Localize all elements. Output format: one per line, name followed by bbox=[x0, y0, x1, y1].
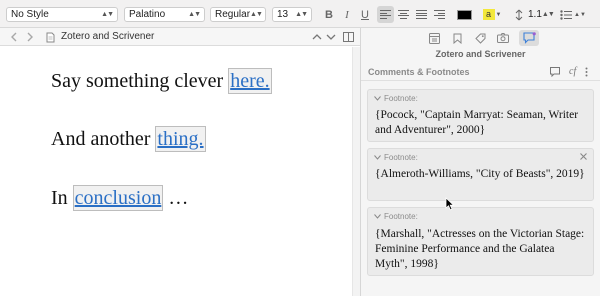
chevron-updown-icon: ▲▼ bbox=[250, 11, 263, 18]
inspector-title: Zotero and Scrivener bbox=[435, 49, 526, 59]
paragraph-text: … bbox=[163, 187, 189, 209]
format-bar: No Style ▲▼ Palatino ▲▼ Regular ▲▼ 13 ▲▼… bbox=[0, 0, 600, 28]
chevron-updown-icon: ▲▼ bbox=[101, 11, 114, 18]
inspector-pane: Zotero and Scrivener Comments & Footnote… bbox=[361, 28, 600, 296]
line-spacing-value: 1.1 bbox=[528, 9, 542, 20]
paragraph-text: Say something clever bbox=[51, 70, 229, 92]
add-comment-button[interactable] bbox=[550, 67, 560, 79]
camera-icon bbox=[497, 33, 509, 43]
footnote-anchor[interactable]: conclusion bbox=[72, 185, 164, 211]
document-title: Zotero and Scrivener bbox=[61, 31, 155, 42]
text-color-button[interactable] bbox=[455, 6, 474, 23]
font-weight-value: Regular bbox=[215, 9, 251, 20]
align-justify-icon bbox=[416, 10, 427, 19]
footnote-card[interactable]: Footnote: {Marshall, "Actresses on the V… bbox=[367, 207, 594, 276]
list-style-button[interactable]: ▲▼ bbox=[560, 6, 586, 23]
footnote-text[interactable]: {Marshall, "Actresses on the Victorian S… bbox=[375, 227, 585, 272]
chevron-up-icon bbox=[312, 34, 322, 40]
chevron-left-icon bbox=[11, 32, 17, 42]
highlight-color-button[interactable]: a ▼ bbox=[482, 6, 502, 23]
font-size-select[interactable]: 13 ▲▼ bbox=[272, 7, 312, 22]
previous-document-button[interactable] bbox=[312, 30, 322, 44]
footnote-anchor[interactable]: here. bbox=[228, 68, 272, 94]
paragraph-style-value: No Style bbox=[11, 9, 49, 20]
underline-button[interactable]: U bbox=[358, 6, 372, 23]
chevron-down-icon[interactable] bbox=[374, 96, 381, 101]
chevron-updown-icon: ▲▼ bbox=[295, 11, 308, 18]
split-editor-button[interactable] bbox=[343, 30, 354, 44]
tab-bookmarks[interactable] bbox=[448, 30, 466, 46]
section-title: Comments & Footnotes bbox=[368, 67, 470, 77]
footnote-card[interactable]: Footnote: {Almeroth-Williams, "City of B… bbox=[367, 148, 594, 201]
line-spacing-icon bbox=[512, 6, 526, 23]
paragraph-text: In bbox=[51, 187, 73, 209]
back-button[interactable] bbox=[10, 30, 18, 44]
tab-notes[interactable] bbox=[425, 30, 443, 46]
mouse-pointer-icon bbox=[445, 197, 455, 211]
close-icon bbox=[580, 153, 587, 160]
chevron-down-icon[interactable] bbox=[374, 214, 381, 219]
paragraph: Say something clever here. bbox=[51, 68, 272, 94]
tab-snapshots[interactable] bbox=[494, 30, 512, 46]
chevron-down-icon[interactable] bbox=[374, 155, 381, 160]
chevron-updown-icon: ▲▼ bbox=[574, 11, 586, 18]
align-justify-button[interactable] bbox=[414, 6, 429, 23]
add-footnote-button[interactable]: cf bbox=[569, 66, 576, 77]
paragraph: And another thing. bbox=[51, 126, 206, 152]
delete-footnote-button[interactable] bbox=[580, 152, 587, 163]
tab-comments-footnotes[interactable] bbox=[519, 30, 539, 46]
footnote-header: Footnote: bbox=[374, 153, 418, 162]
footnote-header: Footnote: bbox=[374, 94, 418, 103]
footnote-text[interactable]: {Pocock, "Captain Marryat: Seaman, Write… bbox=[375, 108, 585, 138]
forward-button[interactable] bbox=[26, 30, 34, 44]
footnote-label: Footnote: bbox=[384, 153, 418, 162]
footnote-label: Footnote: bbox=[384, 94, 418, 103]
footnote-card[interactable]: Footnote: {Pocock, "Captain Marryat: Sea… bbox=[367, 89, 594, 142]
footnote-header: Footnote: bbox=[374, 212, 418, 221]
inspector-tabs bbox=[361, 28, 600, 48]
chevron-down-icon bbox=[326, 34, 336, 40]
notes-icon bbox=[428, 32, 440, 44]
italic-button[interactable]: I bbox=[340, 6, 354, 23]
editor-text-area[interactable]: Say something clever here. And another t… bbox=[0, 47, 352, 296]
bold-button[interactable]: B bbox=[322, 6, 336, 23]
paragraph: In conclusion … bbox=[51, 185, 188, 211]
font-size-value: 13 bbox=[277, 9, 289, 20]
next-document-button[interactable] bbox=[326, 30, 336, 44]
font-family-select[interactable]: Palatino ▲▼ bbox=[124, 7, 205, 22]
footnote-text[interactable]: {Almeroth-Williams, "City of Beasts", 20… bbox=[375, 167, 585, 182]
paragraph-style-select[interactable]: No Style ▲▼ bbox=[6, 7, 118, 22]
footnote-label: Footnote: bbox=[384, 212, 418, 221]
comment-icon bbox=[550, 67, 560, 78]
highlight-swatch: a bbox=[482, 9, 495, 20]
align-left-icon bbox=[380, 10, 391, 19]
paragraph-text: And another bbox=[51, 128, 156, 150]
more-options-button[interactable] bbox=[585, 67, 588, 79]
chevron-updown-icon: ▲▼ bbox=[188, 11, 201, 18]
align-right-button[interactable] bbox=[432, 6, 447, 23]
chevron-down-icon: ▼ bbox=[495, 11, 502, 18]
font-family-value: Palatino bbox=[129, 9, 166, 20]
split-view-icon bbox=[343, 32, 354, 42]
editor-header: Zotero and Scrivener bbox=[0, 28, 360, 46]
ellipsis-vertical-icon bbox=[585, 67, 588, 77]
text-color-swatch bbox=[457, 9, 472, 20]
align-left-button[interactable] bbox=[377, 6, 394, 23]
editor-scrollbar[interactable] bbox=[352, 47, 360, 296]
font-weight-select[interactable]: Regular ▲▼ bbox=[210, 7, 266, 22]
chevron-updown-icon: ▲▼ bbox=[541, 11, 555, 18]
bookmark-icon bbox=[453, 33, 461, 44]
document-icon bbox=[46, 30, 55, 44]
align-right-icon bbox=[434, 10, 445, 19]
align-center-icon bbox=[398, 10, 409, 19]
line-spacing-select[interactable]: 1.1 ▲▼ bbox=[526, 7, 555, 22]
list-icon bbox=[560, 9, 573, 20]
footnote-anchor[interactable]: thing. bbox=[155, 126, 206, 152]
comment-bubble-icon bbox=[522, 32, 536, 44]
tag-icon bbox=[474, 33, 485, 44]
align-center-button[interactable] bbox=[396, 6, 411, 23]
chevron-right-icon bbox=[27, 32, 33, 42]
tab-metadata[interactable] bbox=[471, 30, 489, 46]
inspector-subheader: Comments & Footnotes cf bbox=[361, 64, 600, 81]
